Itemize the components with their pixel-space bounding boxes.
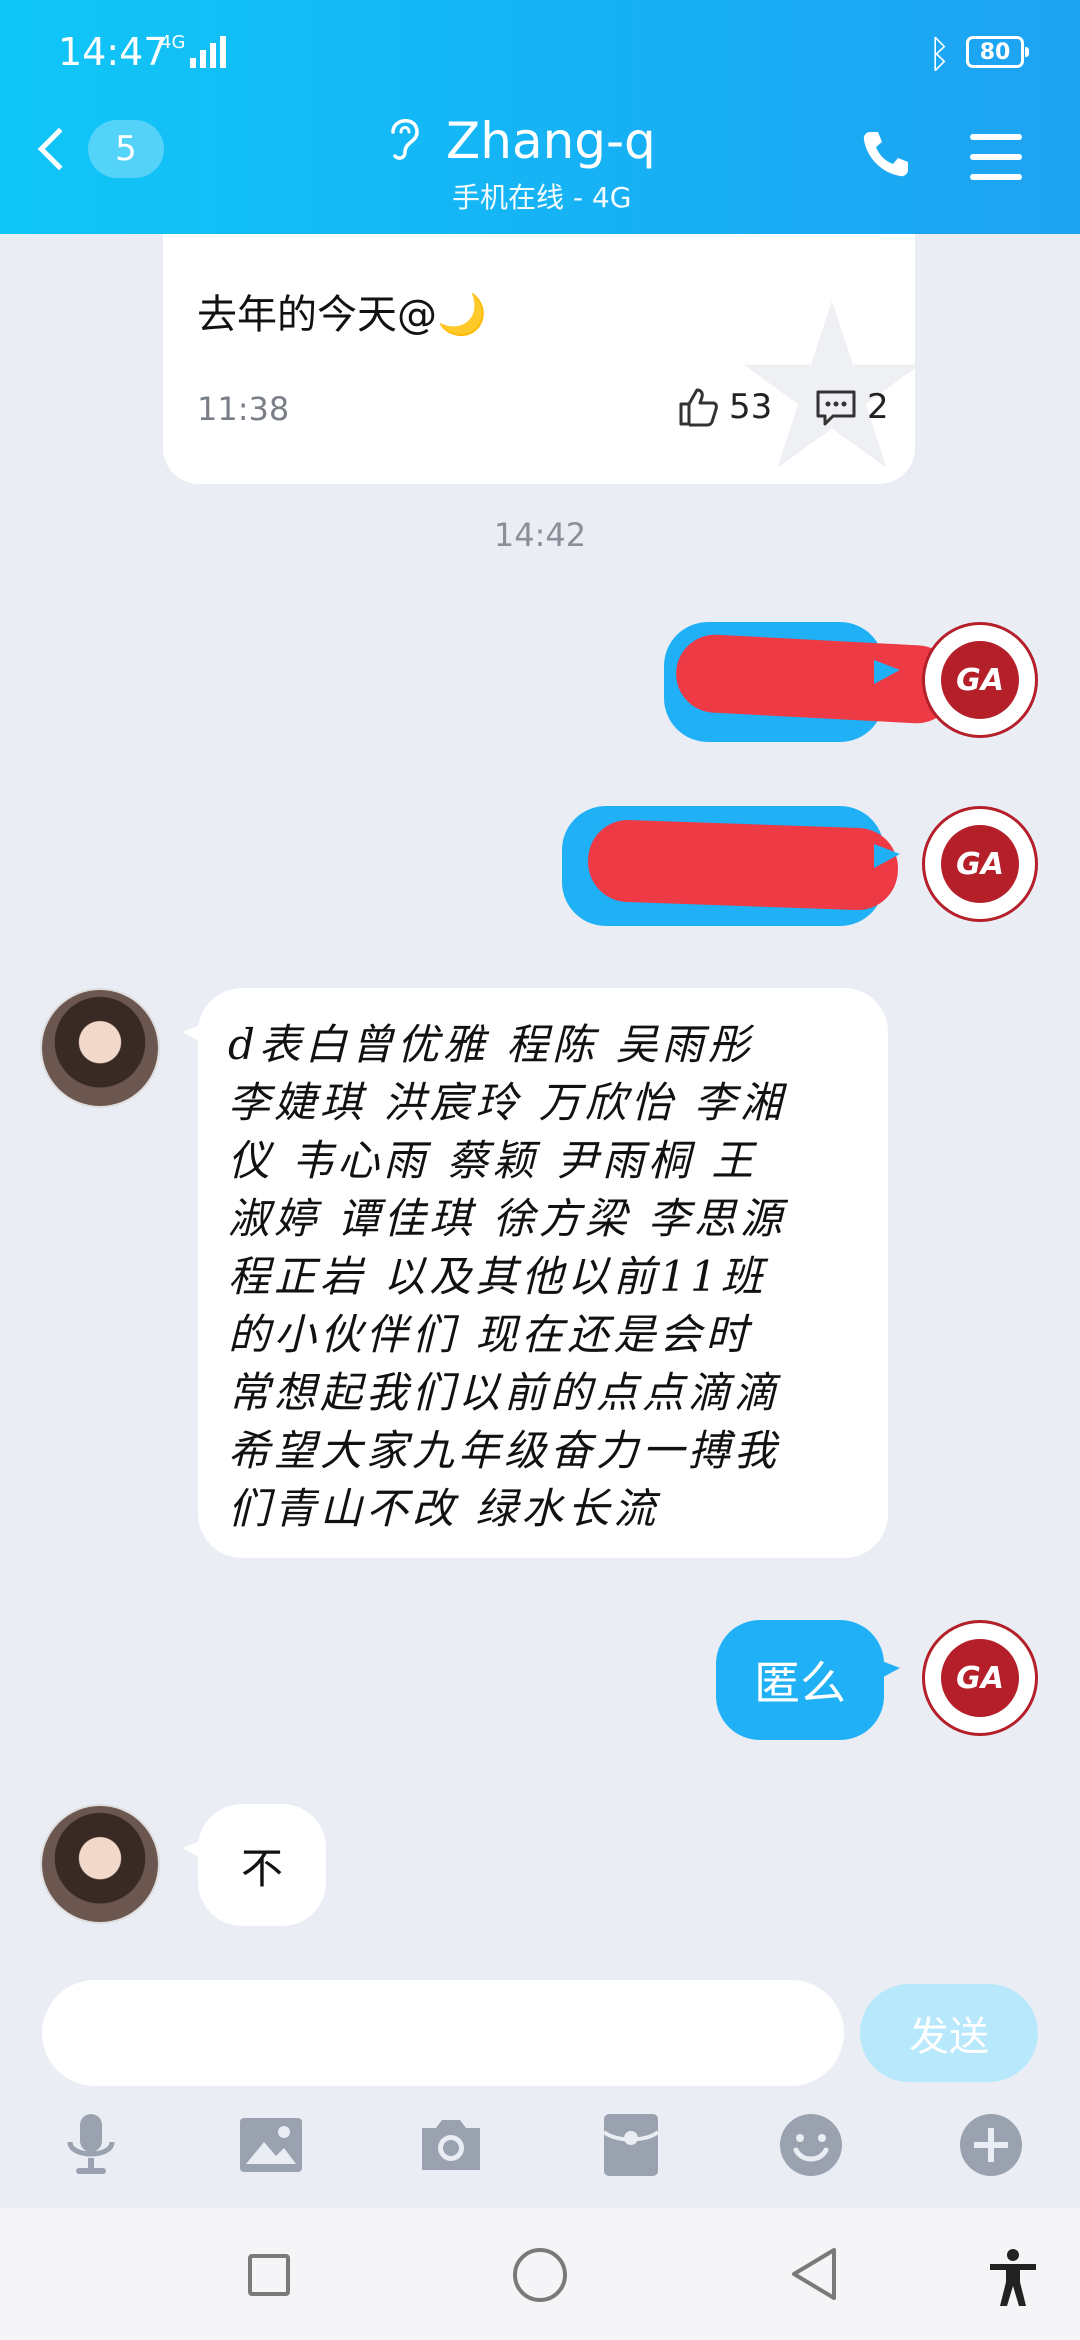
message-line: 们青山不改 绿水长流 [228, 1484, 660, 1533]
system-nav-bar [0, 2208, 1080, 2340]
contact-name: Zhang-q [446, 112, 656, 170]
contact-avatar[interactable] [40, 988, 160, 1108]
battery-level: 80 [979, 39, 1011, 65]
send-button[interactable]: 发送 [860, 1984, 1038, 2082]
emoji-icon[interactable] [776, 2110, 846, 2180]
signal-icon [190, 36, 226, 68]
input-toolbar [0, 2110, 1080, 2190]
outgoing-message-3[interactable]: 匿么 [716, 1620, 900, 1740]
message-line: d表白曾优雅 程陈 吴雨彤 [228, 1020, 754, 1069]
school-logo-mark: GA [941, 825, 1019, 903]
comment-icon [816, 390, 856, 426]
network-label: 4G [160, 32, 186, 53]
comment-button[interactable]: 2 [813, 384, 889, 430]
online-status: 手机在线 - 4G [452, 181, 632, 214]
phone-icon[interactable] [858, 126, 914, 182]
shared-memory-card[interactable]: ★ 去年的今天@🌙 11:38 53 2 [163, 234, 915, 484]
outgoing-message-1[interactable] [664, 622, 958, 742]
incoming-message-long[interactable]: d表白曾优雅 程陈 吴雨彤 李婕琪 洪宸玲 万欣怡 李湘 仪 韦心雨 蔡颖 尹雨… [182, 988, 888, 1558]
message-text: 不 [240, 1843, 283, 1893]
chat-header: 14:47 4G ᛒ 80 5 Zhang-q 手机在线 - 4G [0, 0, 1080, 234]
battery-icon: 80 [966, 36, 1029, 68]
unread-count-badge: 5 [88, 120, 164, 178]
microphone-icon[interactable] [56, 2110, 126, 2180]
school-logo-avatar[interactable]: GA [922, 1620, 1038, 1736]
menu-icon[interactable] [970, 134, 1022, 180]
back-triangle-icon[interactable] [788, 2246, 840, 2302]
card-time: 11:38 [197, 390, 290, 428]
card-text: 去年的今天@🌙 [197, 292, 487, 338]
home-icon[interactable] [513, 2248, 567, 2302]
message-line: 希望大家九年级奋力一搏我 [228, 1426, 781, 1475]
contact-avatar[interactable] [40, 1804, 160, 1924]
message-line: 淑婷 谭佳琪 徐方梁 李思源 [228, 1194, 787, 1243]
status-time: 14:47 [58, 30, 168, 74]
camera-icon[interactable] [416, 2110, 486, 2180]
message-line: 常想起我们以前的点点滴滴 [228, 1368, 781, 1417]
incoming-message-short[interactable]: 不 [182, 1804, 326, 1926]
recent-apps-icon[interactable] [248, 2254, 290, 2296]
back-button[interactable]: 5 [37, 120, 164, 178]
message-text: 匿么 [754, 1656, 846, 1710]
image-icon[interactable] [236, 2110, 306, 2180]
red-packet-icon[interactable] [596, 2110, 666, 2180]
thumbs-up-icon [679, 388, 718, 427]
chevron-left-icon [37, 127, 81, 171]
accessibility-icon[interactable] [986, 2248, 1040, 2308]
message-line: 李婕琪 洪宸玲 万欣怡 李湘 [228, 1078, 787, 1127]
bluetooth-icon: ᛒ [928, 32, 951, 76]
school-logo-avatar[interactable]: GA [922, 622, 1038, 738]
message-input[interactable] [42, 1980, 844, 2086]
redacted-scribble [586, 818, 900, 912]
star-watermark-icon: ★ [728, 255, 915, 485]
outgoing-message-2[interactable] [562, 806, 900, 926]
message-line: 程正岩 以及其他以前11班 [228, 1252, 767, 1301]
plus-icon[interactable] [956, 2110, 1026, 2180]
earpiece-icon[interactable] [385, 112, 425, 162]
like-count: 53 [729, 387, 773, 427]
message-line: 仪 韦心雨 蔡颖 尹雨桐 王 [228, 1136, 758, 1185]
like-button[interactable]: 53 [675, 384, 772, 430]
school-logo-mark: GA [941, 1639, 1019, 1717]
school-logo-mark: GA [941, 641, 1019, 719]
comment-count: 2 [867, 387, 889, 427]
message-line: 的小伙伴们 现在还是会时 [228, 1310, 752, 1359]
message-timestamp: 14:42 [493, 516, 587, 554]
school-logo-avatar[interactable]: GA [922, 806, 1038, 922]
redacted-scribble [674, 632, 958, 726]
